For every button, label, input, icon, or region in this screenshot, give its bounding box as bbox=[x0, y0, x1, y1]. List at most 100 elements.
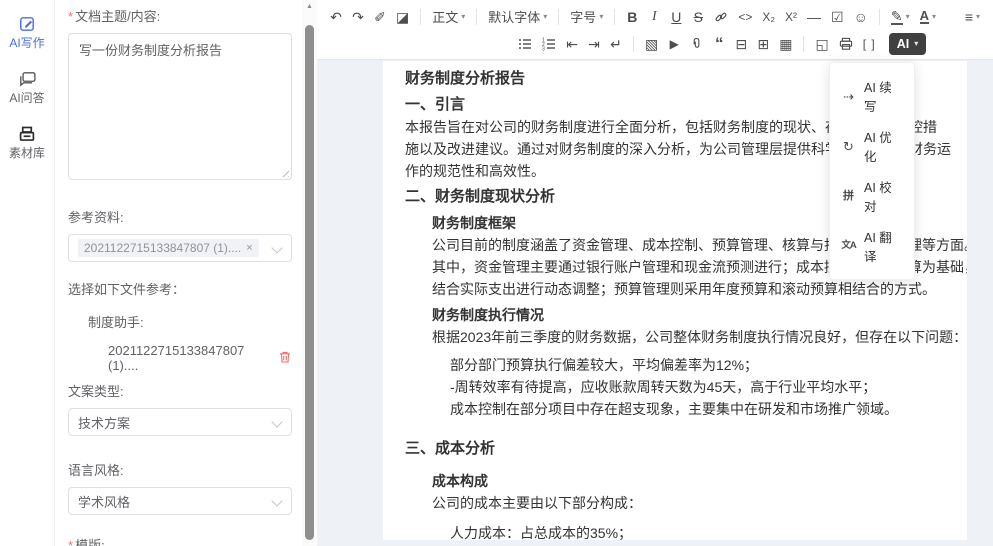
style-label: 语言风格: bbox=[68, 460, 292, 479]
task-list-button[interactable]: ☑ bbox=[826, 5, 849, 29]
caret-down-icon: ▾ bbox=[461, 13, 465, 21]
emoji-icon: ☺ bbox=[854, 10, 868, 24]
menu-item-label: AI 优化 bbox=[864, 127, 903, 165]
ai-tools-dropdown[interactable]: AI▾ bbox=[889, 33, 927, 55]
library-icon bbox=[0, 123, 54, 143]
reference-select[interactable]: 2021122715133847807 (1).... × bbox=[68, 234, 292, 262]
chevron-down-icon bbox=[271, 416, 282, 427]
toolbar-divider bbox=[476, 9, 477, 25]
print-button[interactable] bbox=[834, 32, 858, 56]
nav-item-ai-write[interactable]: AI写作 bbox=[0, 13, 54, 51]
toolbar-divider bbox=[633, 36, 634, 52]
menu-item-label: AI 续写 bbox=[864, 77, 903, 115]
outdent-button[interactable]: ⇤ bbox=[561, 32, 583, 56]
ai-optimize-icon: ↻ bbox=[841, 140, 856, 153]
highlight-color-dropdown[interactable]: ✎▾ bbox=[886, 5, 915, 29]
attachment-button[interactable] bbox=[685, 32, 708, 56]
font-family-dropdown[interactable]: 默认字体▾ bbox=[483, 5, 552, 29]
menu-item-ai-optimize[interactable]: ↻ AI 优化 bbox=[830, 121, 914, 171]
left-nav-rail: AI写作 AI问答 素材库 bbox=[0, 0, 55, 546]
nav-label: AI写作 bbox=[0, 34, 54, 51]
doc-subheading: 成本构成 bbox=[432, 470, 953, 492]
format-painter-button[interactable]: ✐ bbox=[369, 5, 391, 29]
ordered-list-button[interactable]: 1 2 3 bbox=[537, 32, 561, 56]
table-icon: ▦ bbox=[779, 37, 792, 51]
delete-file-icon[interactable] bbox=[278, 350, 292, 367]
line-break-icon: ↵ bbox=[610, 37, 622, 51]
doc-type-value: 技术方案 bbox=[78, 413, 130, 432]
toolbar-divider bbox=[558, 9, 559, 25]
nav-item-library[interactable]: 素材库 bbox=[0, 123, 54, 161]
strikethrough-button[interactable]: S bbox=[687, 5, 709, 29]
file-section-label: 选择如下文件参考： bbox=[68, 279, 292, 298]
editor-toolbar: ↶ ↷ ✐ ◪ 正文▾ 默认字体▾ 字号▾ B I U S bbox=[317, 0, 993, 60]
menu-item-ai-continue[interactable]: ⇢ AI 续写 bbox=[830, 71, 914, 121]
bold-button[interactable]: B bbox=[621, 5, 643, 29]
menu-item-ai-translate[interactable]: 文A AI 翻译 bbox=[830, 221, 914, 271]
toolbar-row-2: 1 2 3 ⇤ ⇥ ↵ ▧ ▶ bbox=[325, 30, 987, 57]
style-select[interactable]: 学术风格 bbox=[68, 487, 292, 515]
superscript-button[interactable]: X² bbox=[780, 5, 802, 29]
bold-icon: B bbox=[627, 10, 637, 24]
app-window: AI写作 AI问答 素材库 *文档主题/内容: bbox=[0, 0, 993, 546]
underline-button[interactable]: U bbox=[665, 5, 687, 29]
toolbar-row-1: ↶ ↷ ✐ ◪ 正文▾ 默认字体▾ 字号▾ B I U S bbox=[325, 3, 987, 30]
embed-button[interactable]: ◱ bbox=[810, 32, 833, 56]
insert-table-button[interactable]: ▦ bbox=[774, 32, 797, 56]
ai-continue-icon: ⇢ bbox=[841, 90, 856, 103]
bullet-list-button[interactable] bbox=[513, 32, 537, 56]
align-icon: ≡ bbox=[965, 10, 973, 24]
paragraph-style-dropdown[interactable]: 正文▾ bbox=[427, 5, 470, 29]
doc-line: 公司的成本主要由以下部分构成： bbox=[432, 492, 953, 514]
horizontal-rule-button[interactable]: — bbox=[802, 5, 826, 29]
insert-image-button[interactable]: ▧ bbox=[640, 32, 663, 56]
undo-icon: ↶ bbox=[330, 10, 342, 24]
menu-item-label: AI 校对 bbox=[864, 177, 903, 215]
indent-button[interactable]: ⇥ bbox=[583, 32, 605, 56]
embed-icon: ◱ bbox=[815, 37, 828, 51]
page-break-button[interactable]: ⊞ bbox=[752, 32, 774, 56]
outdent-icon: ⇤ bbox=[566, 37, 578, 51]
doc-line: 结合实际支出进行动态调整；预算管理则采用年度预算和滚动预算相结合的方式。 bbox=[432, 278, 953, 300]
topic-textarea[interactable]: 写一份财务制度分析报告 bbox=[68, 33, 292, 180]
svg-text:3: 3 bbox=[542, 46, 545, 51]
italic-button[interactable]: I bbox=[643, 5, 665, 29]
tag-remove-icon[interactable]: × bbox=[246, 242, 252, 254]
font-size-dropdown[interactable]: 字号▾ bbox=[565, 5, 608, 29]
eraser-button[interactable]: ◪ bbox=[391, 5, 414, 29]
redo-button[interactable]: ↷ bbox=[347, 5, 369, 29]
link-button[interactable] bbox=[709, 5, 733, 29]
redo-icon: ↷ bbox=[352, 10, 364, 24]
insert-video-button[interactable]: ▶ bbox=[663, 32, 685, 56]
doc-line: 根据2023年前三季度的财务数据，公司整体财务制度执行情况良好，但存在以下问题： bbox=[432, 326, 953, 348]
doc-type-select[interactable]: 技术方案 bbox=[68, 408, 292, 436]
undo-button[interactable]: ↶ bbox=[325, 5, 347, 29]
scroll-up-icon[interactable]: ▲ bbox=[302, 3, 317, 10]
bullet-list-icon bbox=[518, 37, 532, 51]
subscript-button[interactable]: X₂ bbox=[757, 5, 780, 29]
doc-line: 成本控制在部分项目中存在超支现象，主要集中在研发和市场推广领域。 bbox=[450, 398, 953, 420]
font-color-dropdown[interactable]: A▾ bbox=[915, 5, 941, 29]
emoji-button[interactable]: ☺ bbox=[849, 5, 873, 29]
inline-code-button[interactable]: <> bbox=[733, 5, 757, 29]
menu-item-ai-proofread[interactable]: 拼 AI 校对 bbox=[830, 171, 914, 221]
blockquote-button[interactable]: “ bbox=[708, 32, 730, 56]
toolbar-divider bbox=[879, 9, 880, 25]
required-mark: * bbox=[68, 9, 73, 24]
nav-item-ai-qa[interactable]: AI问答 bbox=[0, 68, 54, 106]
panel-scrollbar[interactable]: ▲ bbox=[302, 0, 317, 546]
video-icon: ▶ bbox=[670, 38, 679, 50]
italic-icon: I bbox=[652, 10, 657, 24]
line-break-button[interactable]: ↵ bbox=[605, 32, 627, 56]
doc-line: 部分部门预算执行偏差较大，平均偏差率为12%； bbox=[450, 354, 953, 376]
align-dropdown[interactable]: ≡▾ bbox=[960, 5, 985, 29]
fullscreen-button[interactable]: [ ] bbox=[858, 32, 881, 56]
doc-line: -周转效率有待提高，应收账款周转天数为45天，高于行业平均水平； bbox=[450, 376, 953, 398]
required-mark: * bbox=[68, 538, 73, 546]
file-group-label: 制度助手: bbox=[88, 312, 292, 331]
doc-type-label: 文案类型: bbox=[68, 381, 292, 400]
code-block-button[interactable]: ⊟ bbox=[730, 32, 752, 56]
caret-down-icon: ▾ bbox=[543, 13, 547, 21]
file-item-name: 2021122715133847807 (1).... bbox=[108, 343, 278, 373]
scrollbar-thumb[interactable] bbox=[305, 25, 314, 540]
